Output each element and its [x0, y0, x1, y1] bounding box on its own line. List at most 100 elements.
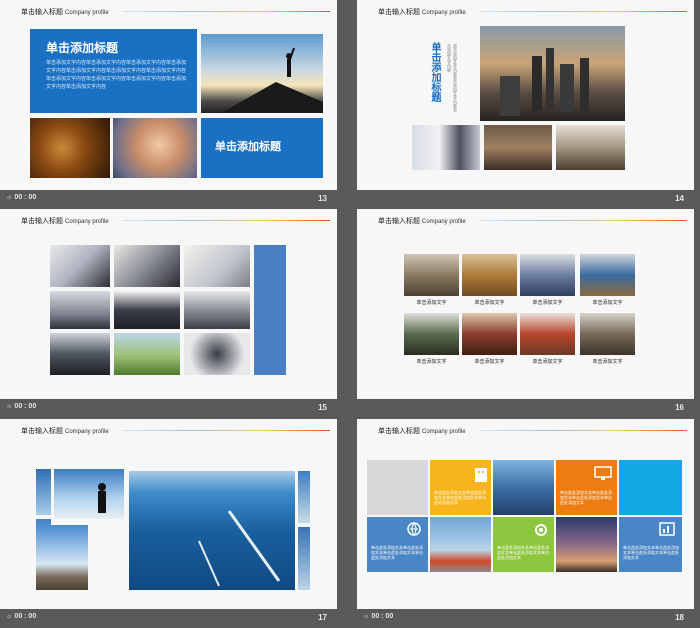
title-text-2: 单击添加标题: [215, 141, 281, 153]
city-photo: [480, 26, 625, 121]
collage-photo-7: [50, 333, 110, 375]
footer-time: ☼ 00 : 00: [6, 613, 37, 620]
slide-header: 单击输入标题 Company profile: [21, 218, 109, 225]
vertical-title: 单击添加标题: [429, 42, 440, 102]
slide-footer-18: ☼ 00 : 00 18: [357, 610, 694, 628]
tile-text: 单击此处添加文本单击此处添加文本单击此处添加文本单击此处添加文本: [497, 545, 549, 560]
sky-strip-5: [298, 527, 310, 590]
slide-content: 单击输入标题 Company profile 单击添加标题 单击添加文字内容单击添…: [0, 0, 337, 190]
chess-photo: [30, 118, 110, 178]
slide-number: 13: [318, 194, 327, 203]
slide-footer-16: 16: [357, 400, 694, 418]
slide-number: 15: [318, 403, 327, 412]
header-rule: [122, 220, 330, 221]
tower-photo: [493, 460, 554, 515]
slide-14[interactable]: 单击输入标题 Company profile 单击添加标题 单击添加文字内容单击添…: [357, 0, 694, 190]
collage-photo-3: [184, 245, 250, 287]
vertical-text: 单击添加文字内容单击添加文字内容单击添加文字内容: [447, 44, 458, 112]
collage-photo-9: [184, 333, 250, 375]
slide-header: 单击输入标题 Company profile: [378, 9, 466, 16]
cliff-photo: [36, 525, 88, 590]
store-photo-2: [462, 254, 517, 296]
caption: 单击添加文字: [532, 359, 563, 365]
slide-number: 16: [675, 403, 684, 412]
title-text: 单击添加标题: [46, 41, 119, 55]
meeting-photo-3: [556, 125, 625, 170]
arch-photo: [430, 517, 491, 572]
slide-15[interactable]: 单击输入标题 Company profile: [0, 209, 337, 399]
collage-photo-8: [114, 333, 180, 375]
slide-18[interactable]: 单击输入标题 Company profile 单击此处添加文本单击此处添加文本单击…: [357, 419, 694, 609]
slide-header: 单击输入标题 Company profile: [378, 218, 466, 225]
store-photo-5: [404, 313, 459, 355]
store-photo-3: [520, 254, 575, 296]
meeting-photo-1: [412, 125, 480, 170]
header-rule: [479, 11, 687, 12]
body-text: 单击添加文字内容单击添加文字内容单击添加文字内容单击添加文字内容单击添加文字内容…: [46, 60, 187, 90]
tile-mid-blue: 单击此处添加文本单击此处添加文本单击此处添加文本单击此处添加文本: [367, 517, 428, 572]
slide-13[interactable]: 单击输入标题 Company profile 单击添加标题 单击添加文字内容单击添…: [0, 0, 337, 190]
collage-photo-4: [50, 291, 110, 329]
tile-orange: 单击此处添加文本单击此处添加文本单击此处添加文本单击此处添加文本: [556, 460, 617, 515]
clock-icon: ☼: [363, 613, 370, 620]
slide-17[interactable]: 单击输入标题 Company profile: [0, 419, 337, 609]
summit-photo: [201, 34, 323, 113]
footer-time: ☼ 00 : 00: [6, 194, 37, 201]
tile-cyan: [619, 460, 682, 515]
tile-text: 单击此处添加文本单击此处添加文本单击此处添加文本单击此处添加文本: [560, 490, 612, 505]
slide-16[interactable]: 单击输入标题 Company profile 单击添加文字 单击添加文字 单击添加…: [357, 209, 694, 399]
collage-photo-2: [114, 245, 180, 287]
businessman-photo: [54, 469, 124, 519]
meeting-photo-2: [484, 125, 552, 170]
slide-footer-13: ☼ 00 : 00 13: [0, 191, 337, 209]
tile-yellow: 单击此处添加文本单击此处添加文本单击此处添加文本单击此处添加文本: [430, 460, 491, 515]
header-rule: [122, 11, 330, 12]
clock-icon: ☼: [6, 403, 13, 410]
tile-text: 单击此处添加文本单击此处添加文本单击此处添加文本单击此处添加文本: [623, 545, 679, 560]
tile-grey: [367, 460, 428, 515]
collage-photo-6: [184, 291, 250, 329]
tile-mid-blue-2: 单击此处添加文本单击此处添加文本单击此处添加文本单击此处添加文本: [619, 517, 682, 572]
tile-text: 单击此处添加文本单击此处添加文本单击此处添加文本单击此处添加文本: [371, 545, 423, 560]
slide-content: 单击输入标题 Company profile 单击添加文字 单击添加文字 单击添加…: [357, 209, 694, 399]
slide-footer-14: 14: [357, 191, 694, 209]
caption: 单击添加文字: [592, 300, 623, 306]
header-rule: [479, 220, 687, 221]
climber-photo: [556, 517, 617, 572]
collage-photo-1: [50, 245, 110, 287]
footer-time: ☼ 00 : 00: [6, 403, 37, 410]
sky-strip-1: [36, 469, 51, 515]
store-photo-6: [462, 313, 517, 355]
header-rule: [122, 430, 330, 431]
footer-time: ☼ 00 : 00: [363, 613, 394, 620]
clock-icon: ☼: [6, 613, 13, 620]
hands-photo: [113, 118, 197, 178]
caption: 单击添加文字: [474, 359, 505, 365]
slide-content: 单击输入标题 Company profile 单击此处添加文本单击此处添加文本单击…: [357, 419, 694, 609]
rowing-photo: [129, 471, 295, 590]
caption: 单击添加文字: [474, 300, 505, 306]
header-rule: [479, 430, 687, 431]
slide-footer-15: ☼ 00 : 00 15: [0, 400, 337, 418]
slide-header: 单击输入标题 Company profile: [378, 428, 466, 435]
slide-number: 17: [318, 613, 327, 622]
slide-content: 单击输入标题 Company profile: [0, 209, 337, 399]
sky-strip-4: [298, 471, 310, 523]
caption: 单击添加文字: [592, 359, 623, 365]
tile-text: 单击此处添加文本单击此处添加文本单击此处添加文本单击此处添加文本: [434, 490, 486, 505]
title-box-2: 单击添加标题: [201, 118, 323, 178]
gear-icon: [535, 524, 547, 536]
slide-number: 14: [675, 194, 684, 203]
globe-icon: [407, 522, 421, 536]
building-icon: [475, 468, 487, 482]
slide-number: 18: [675, 613, 684, 622]
store-photo-4: [580, 254, 635, 296]
slide-content: 单击输入标题 Company profile 单击添加标题 单击添加文字内容单击添…: [357, 0, 694, 190]
store-photo-8: [580, 313, 635, 355]
caption: 单击添加文字: [416, 300, 447, 306]
accent-bar: [254, 245, 286, 375]
store-photo-7: [520, 313, 575, 355]
store-photo-1: [404, 254, 459, 296]
caption: 单击添加文字: [532, 300, 563, 306]
chart-icon: [659, 522, 675, 536]
